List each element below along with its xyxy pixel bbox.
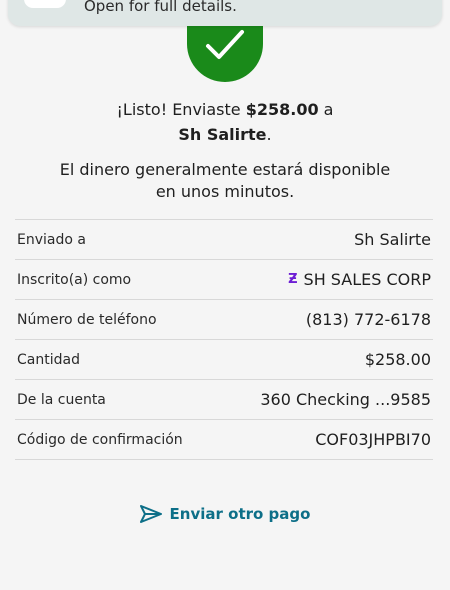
banner-text: Open for full details.	[84, 0, 237, 15]
send-another-payment-label: Enviar otro pago	[169, 505, 311, 523]
detail-value: SH SALES CORP	[303, 270, 431, 289]
notification-banner[interactable]: Open for full details.	[8, 0, 442, 26]
detail-value-wrapper: Ƶ SH SALES CORP	[288, 270, 431, 289]
confirmation-prefix: ¡Listo! Enviaste	[116, 100, 246, 119]
detail-label: Número de teléfono	[17, 311, 157, 328]
detail-value: COF03JHPBI70	[315, 430, 431, 449]
confirmation-suffix: .	[266, 125, 272, 144]
detail-value: (813) 772-6178	[305, 310, 431, 329]
detail-label: Enviado a	[17, 231, 86, 248]
detail-label: Código de confirmación	[17, 431, 183, 448]
detail-row-enrolled-as: Inscrito(a) como Ƶ SH SALES CORP	[15, 260, 433, 300]
availability-message: El dinero generalmente estará disponible…	[0, 159, 450, 203]
confirmation-recipient: Sh Salirte	[178, 125, 267, 144]
zelle-icon: Ƶ	[288, 272, 298, 287]
paper-plane-icon	[139, 505, 162, 523]
detail-row-phone: Número de teléfono (813) 772-6178	[15, 300, 433, 340]
detail-label: Cantidad	[17, 351, 80, 368]
confirmation-amount: $258.00	[245, 100, 319, 119]
detail-value: 360 Checking ...9585	[260, 390, 431, 409]
detail-value: Sh Salirte	[354, 230, 431, 249]
detail-row-from-account: De la cuenta 360 Checking ...9585	[15, 380, 433, 420]
app-icon	[24, 0, 66, 8]
send-another-payment-button[interactable]: Enviar otro pago	[0, 505, 450, 523]
detail-row-sent-to: Enviado a Sh Salirte	[15, 220, 433, 260]
transfer-details: Enviado a Sh Salirte Inscrito(a) como Ƶ …	[15, 219, 433, 460]
availability-line-2: en unos minutos.	[155, 182, 295, 201]
check-icon	[206, 30, 244, 59]
confirmation-connector: a	[318, 100, 334, 119]
availability-line-1: El dinero generalmente estará disponible	[59, 160, 391, 179]
confirmation-message: ¡Listo! Enviaste $258.00 a Sh Salirte.	[0, 97, 450, 147]
detail-row-confirmation-code: Código de confirmación COF03JHPBI70	[15, 420, 433, 460]
detail-label: Inscrito(a) como	[17, 271, 132, 288]
detail-label: De la cuenta	[17, 391, 106, 408]
detail-row-amount: Cantidad $258.00	[15, 340, 433, 380]
detail-value: $258.00	[364, 350, 431, 369]
